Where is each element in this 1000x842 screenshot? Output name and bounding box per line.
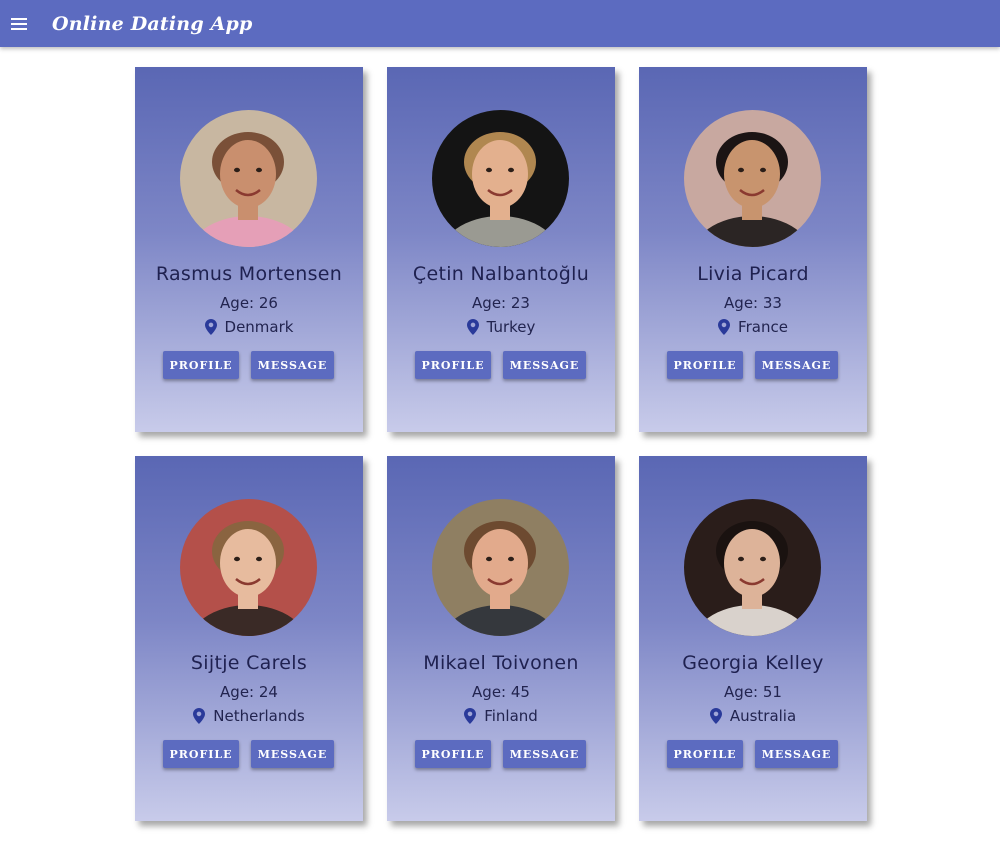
profile-age: Age: 51 <box>724 683 782 701</box>
profile-location: Netherlands <box>135 707 363 725</box>
profile-card: Rasmus Mortensen Age: 26 Denmark PROFILE… <box>135 67 363 432</box>
location-pin-icon <box>464 708 477 724</box>
location-label: Australia <box>729 707 797 725</box>
profile-card: Sijtje Carels Age: 24 Netherlands PROFIL… <box>135 456 363 821</box>
profile-name: Çetin Nalbantoğlu <box>412 263 590 285</box>
location-pin-icon <box>466 319 479 335</box>
location-label: Denmark <box>224 318 294 336</box>
profile-name: Sijtje Carels <box>190 652 308 674</box>
location-label: Netherlands <box>213 707 305 725</box>
profile-grid: Rasmus Mortensen Age: 26 Denmark PROFILE… <box>0 0 1000 842</box>
profile-location: Australia <box>639 707 867 725</box>
avatar <box>684 110 821 247</box>
profile-name: Georgia Kelley <box>682 652 824 674</box>
profile-location: Finland <box>387 707 615 725</box>
message-button[interactable]: MESSAGE <box>251 351 334 379</box>
location-label: Turkey <box>486 318 536 336</box>
avatar <box>180 110 317 247</box>
profile-name: Livia Picard <box>697 263 809 285</box>
profile-age: Age: 23 <box>472 294 530 312</box>
location-pin-icon <box>718 319 731 335</box>
message-button[interactable]: MESSAGE <box>755 351 838 379</box>
avatar <box>180 499 317 636</box>
avatar <box>432 499 569 636</box>
profile-button[interactable]: PROFILE <box>667 351 743 379</box>
profile-age: Age: 24 <box>220 683 278 701</box>
profile-button[interactable]: PROFILE <box>415 351 491 379</box>
avatar <box>684 499 821 636</box>
location-pin-icon <box>204 319 217 335</box>
profile-card: Çetin Nalbantoğlu Age: 23 Turkey PROFILE… <box>387 67 615 432</box>
profile-location: Denmark <box>135 318 363 336</box>
profile-location: Turkey <box>387 318 615 336</box>
profile-card: Mikael Toivonen Age: 45 Finland PROFILE … <box>387 456 615 821</box>
avatar <box>432 110 569 247</box>
profile-button[interactable]: PROFILE <box>667 740 743 768</box>
profile-age: Age: 26 <box>220 294 278 312</box>
location-pin-icon <box>193 708 206 724</box>
profile-age: Age: 45 <box>472 683 530 701</box>
location-label: Finland <box>484 707 538 725</box>
location-label: France <box>738 318 788 336</box>
profile-card: Georgia Kelley Age: 51 Australia PROFILE… <box>639 456 867 821</box>
profile-button[interactable]: PROFILE <box>415 740 491 768</box>
profile-card: Livia Picard Age: 33 France PROFILE MESS… <box>639 67 867 432</box>
profile-location: France <box>639 318 867 336</box>
profile-button[interactable]: PROFILE <box>163 740 239 768</box>
message-button[interactable]: MESSAGE <box>503 740 586 768</box>
message-button[interactable]: MESSAGE <box>503 351 586 379</box>
location-pin-icon <box>709 708 722 724</box>
message-button[interactable]: MESSAGE <box>251 740 334 768</box>
profile-name: Rasmus Mortensen <box>155 263 343 285</box>
message-button[interactable]: MESSAGE <box>755 740 838 768</box>
profile-button[interactable]: PROFILE <box>163 351 239 379</box>
profile-age: Age: 33 <box>724 294 782 312</box>
profile-name: Mikael Toivonen <box>423 652 579 674</box>
